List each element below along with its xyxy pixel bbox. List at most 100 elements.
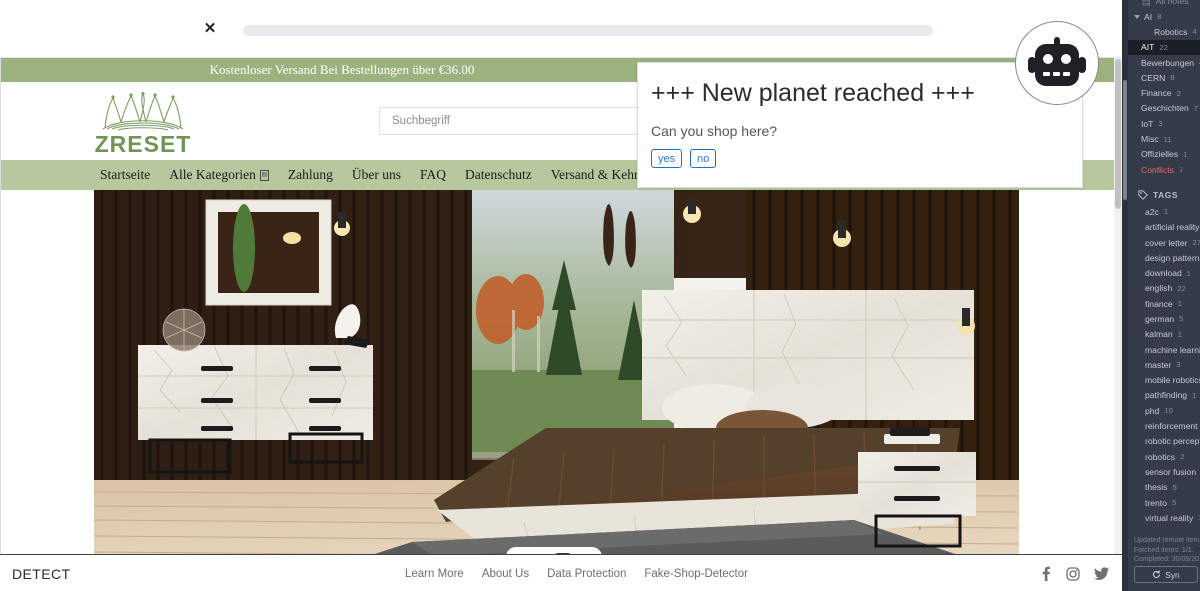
sidebar-tag-sensor-fusion[interactable]: sensor fusion1 <box>1128 464 1200 479</box>
sidebar-tag-reinforcement-learning[interactable]: reinforcement le <box>1128 418 1200 433</box>
twitter-icon[interactable] <box>1094 567 1109 580</box>
sidebar-tag-design-patterns[interactable]: design patterns <box>1128 250 1200 265</box>
sidebar-tag-mobile-robotics[interactable]: mobile robotics <box>1128 373 1200 388</box>
tag-label: kalman <box>1145 329 1173 340</box>
tag-label: thesis <box>1145 482 1168 493</box>
carousel-indicators[interactable] <box>506 547 602 554</box>
sidebar-item-ai[interactable]: AI 8 <box>1128 9 1200 24</box>
footer-link-data-protection[interactable]: Data Protection <box>547 568 626 580</box>
sidebar-tag-robotic-perception[interactable]: robotic perception <box>1128 434 1200 449</box>
sidebar-tag-thesis[interactable]: thesis 5 <box>1128 480 1200 495</box>
shop-logo[interactable]: ZRESET <box>93 88 193 156</box>
sidebar-tag-master[interactable]: master 3 <box>1128 357 1200 372</box>
tag-count: 3 <box>1176 360 1181 370</box>
sidebar-item-count: 22 <box>1159 42 1168 52</box>
tag-label: trento <box>1145 497 1167 508</box>
notes-icon: 🗒 <box>1141 0 1152 6</box>
nav-label: Alle Kategorien <box>169 167 256 182</box>
sidebar-item-label: Bewerbungen <box>1141 57 1195 68</box>
sidebar-tag-robotics[interactable]: robotics 2 <box>1128 449 1200 464</box>
chatbot-title: +++ New planet reached +++ <box>651 79 975 107</box>
sidebar-tag-finance[interactable]: finance 1 <box>1128 296 1200 311</box>
screen: ✕ Kostenloser Versand Bei Bestellungen ü… <box>0 0 1200 591</box>
tag-label: artificial reality <box>1145 222 1200 233</box>
nav-item-ueber-uns[interactable]: Über uns <box>352 167 401 183</box>
sidebar-tag-cover-letter[interactable]: cover letter 27 <box>1128 235 1200 250</box>
nav-label: Datenschutz <box>464 167 532 182</box>
sidebar-tag-german[interactable]: german 5 <box>1128 311 1200 326</box>
sidebar-tag-phd[interactable]: phd 10 <box>1128 403 1200 418</box>
tag-label: a2c <box>1145 206 1159 217</box>
sidebar-item-cern[interactable]: CERN 8 <box>1128 70 1200 85</box>
sidebar-item-geschichten[interactable]: Geschichten 7 <box>1128 101 1200 116</box>
chatbot-yes-button[interactable]: yes <box>651 149 683 168</box>
sidebar-tag-machine-learning[interactable]: machine learning <box>1128 342 1200 357</box>
facebook-icon[interactable] <box>1040 566 1052 581</box>
sidebar-item-finance[interactable]: Finance 2 <box>1128 85 1200 100</box>
sidebar-tag-english[interactable]: english 22 <box>1128 281 1200 296</box>
nav-item-faq[interactable]: FAQ <box>420 167 446 183</box>
tag-label: german <box>1145 313 1175 324</box>
sidebar-item-ait[interactable]: AIT 22 <box>1128 39 1200 55</box>
sidebar-item-conflicts[interactable]: Conflicts 1 <box>1128 162 1200 177</box>
sync-button[interactable]: Syn <box>1134 566 1198 583</box>
tag-count: 1 <box>1177 329 1182 339</box>
tag-label: finance <box>1145 298 1173 309</box>
sidebar-item-iot[interactable]: IoT 3 <box>1128 116 1200 131</box>
sidebar-tag-download[interactable]: download 1 <box>1128 265 1200 280</box>
sidebar-tag-artificial-reality[interactable]: artificial reality <box>1128 220 1200 235</box>
nav-item-startseite[interactable]: Startseite <box>100 167 150 183</box>
robot-icon <box>1028 37 1086 86</box>
nav-item-zahlung[interactable]: Zahlung <box>288 167 333 183</box>
page-scrollbar[interactable] <box>1114 58 1122 554</box>
footer-links: Learn More About Us Data Protection Fake… <box>405 568 748 580</box>
tag-label: pathfinding <box>1145 390 1188 401</box>
sidebar-tags-label: TAGS <box>1153 190 1179 201</box>
chevron-down-icon[interactable] <box>1134 14 1140 19</box>
tag-count: 5 <box>1179 314 1184 324</box>
categories-grid-icon: ▤ <box>259 169 269 181</box>
sidebar-tag-kalman[interactable]: kalman 1 <box>1128 327 1200 342</box>
tag-label: sensor fusion <box>1145 466 1197 477</box>
sync-status-line-2: Fetched items: 1/1. <box>1134 546 1194 554</box>
crown-icon <box>102 92 184 131</box>
footer-link-learn-more[interactable]: Learn More <box>405 568 464 580</box>
sidebar-all-notes[interactable]: 🗒 All notes <box>1128 0 1200 6</box>
sidebar-item-bewerbungen[interactable]: Bewerbungen 4 <box>1128 55 1200 70</box>
nav-label: Startseite <box>100 167 151 182</box>
sidebar-tag-virtual-reality[interactable]: virtual reality1 <box>1128 510 1200 525</box>
chatbot-no-button[interactable]: no <box>690 149 717 168</box>
tag-label: robotics <box>1145 451 1176 462</box>
close-icon[interactable]: ✕ <box>200 21 220 38</box>
sync-icon <box>1153 570 1161 578</box>
footer-brand: DETECT <box>12 566 71 582</box>
sidebar-item-offizielles[interactable]: Offizielles 1 <box>1128 147 1200 162</box>
tag-icon <box>1138 190 1148 201</box>
hero-product-image[interactable] <box>94 190 1019 554</box>
footer-link-about-us[interactable]: About Us <box>482 568 529 580</box>
address-field[interactable] <box>243 25 933 36</box>
footer-link-fake-shop-detector[interactable]: Fake-Shop-Detector <box>644 568 748 580</box>
tag-label: machine learning <box>1145 344 1200 355</box>
sidebar-tag-pathfinding[interactable]: pathfinding 1 <box>1128 388 1200 403</box>
sidebar-item-label: IoT <box>1141 118 1154 129</box>
sidebar-item-label: Finance <box>1141 88 1172 99</box>
chatbot-question: Can you shop here? <box>651 123 778 139</box>
sidebar-tag-trento[interactable]: trento 5 <box>1128 495 1200 510</box>
instagram-icon[interactable] <box>1066 566 1080 581</box>
page-scrollbar-thumb[interactable] <box>1115 59 1121 209</box>
tag-label: master <box>1145 359 1172 370</box>
sidebar-item-misc[interactable]: Misc 11 <box>1128 131 1200 146</box>
nav-item-alle-kategorien[interactable]: Alle Kategorien ▤ <box>169 167 269 183</box>
tag-count: 1 <box>1163 207 1169 217</box>
sidebar-item-count: 7 <box>1193 103 1199 113</box>
chatbot-avatar[interactable] <box>1015 21 1099 105</box>
sidebar-item-robotics[interactable]: Robotics 4 <box>1128 24 1200 39</box>
sidebar-tag-a2c[interactable]: a2c 1 <box>1128 204 1200 219</box>
sidebar-scrollbar-thumb[interactable] <box>1123 80 1127 200</box>
tag-count: 5 <box>1171 498 1177 508</box>
search-placeholder: Suchbegriff <box>392 115 450 127</box>
page-footer: DETECT Learn More About Us Data Protecti… <box>0 554 1135 591</box>
nav-item-versand-kehrt[interactable]: Versand & Kehrt <box>551 167 642 183</box>
nav-item-datenschutz[interactable]: Datenschutz <box>465 167 532 183</box>
